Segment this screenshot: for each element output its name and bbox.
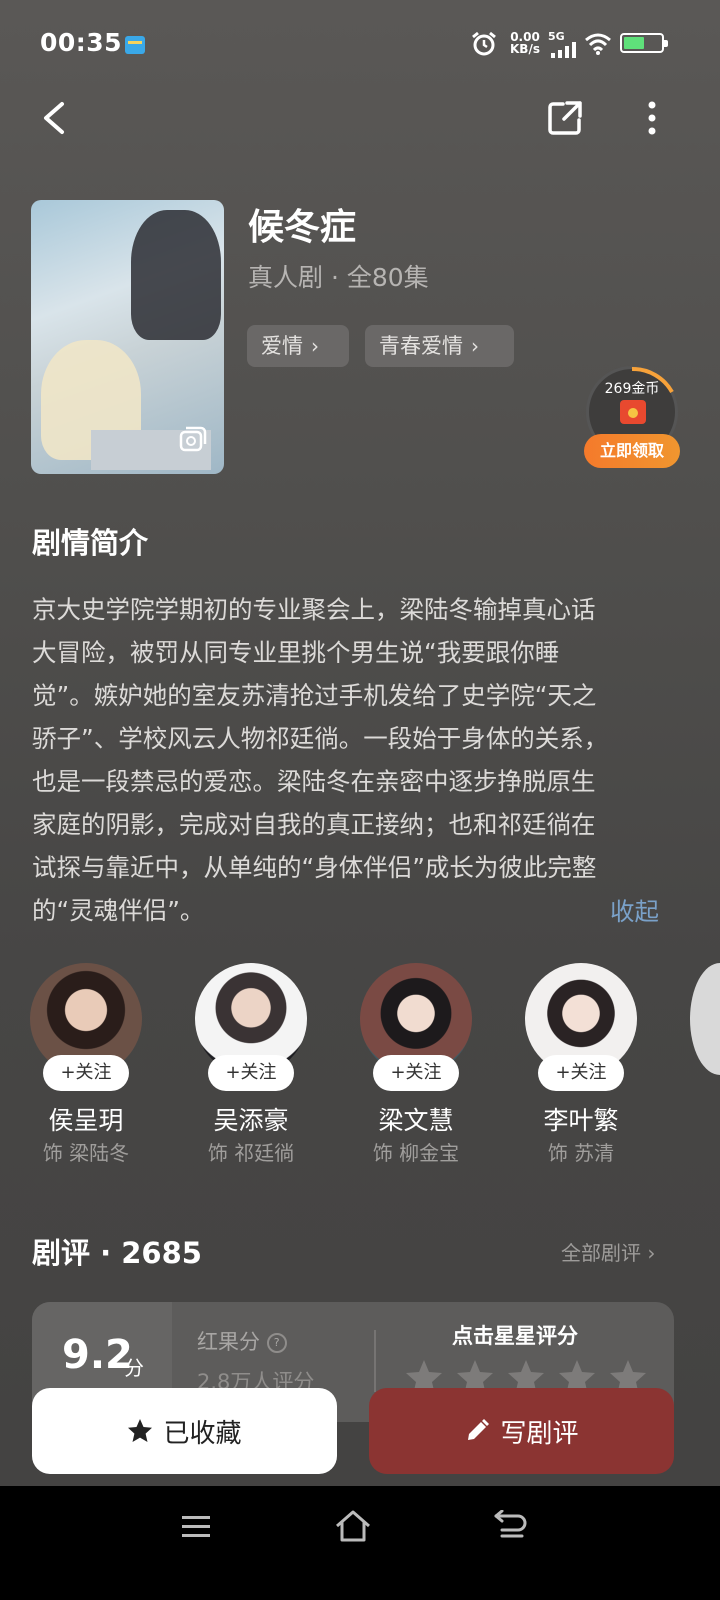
alarm-icon bbox=[472, 31, 496, 56]
score-unit: 分 bbox=[124, 1356, 144, 1380]
chevron-right-icon: › bbox=[471, 334, 479, 358]
write-review-label: 写剧评 bbox=[500, 1418, 579, 1449]
synopsis-line: 京大史学院学期初的专业聚会上，梁陆冬输掉真心话 bbox=[32, 595, 596, 624]
info-icon: ? bbox=[266, 1333, 287, 1353]
cast-member-partial[interactable] bbox=[690, 963, 720, 1075]
battery-icon bbox=[620, 33, 668, 53]
cast-name: 李叶繁 bbox=[543, 1106, 619, 1135]
divider bbox=[374, 1330, 376, 1392]
status-bar: 00:35 0.00 KB/s 5G bbox=[0, 0, 720, 90]
synopsis-line: 的“灵魂伴侣”。 bbox=[32, 896, 205, 925]
net-speed-unit: KB/s bbox=[510, 42, 540, 56]
cast-role: 饰 苏清 bbox=[547, 1141, 615, 1165]
pencil-icon bbox=[468, 1419, 490, 1440]
cast-member[interactable]: +关注 吴添豪 饰 祁廷徜 bbox=[176, 963, 326, 1183]
coin-reward-widget[interactable]: 269金币 立即领取 bbox=[584, 366, 680, 472]
tag-label: 青春爱情 bbox=[379, 334, 463, 358]
reviews-heading: 剧评 · 2685 bbox=[32, 1236, 202, 1270]
chevron-right-icon: › bbox=[311, 334, 319, 358]
cast-member[interactable]: +关注 侯呈玥 饰 梁陆冬 bbox=[11, 963, 161, 1183]
cast-member[interactable]: +关注 李叶繁 饰 苏清 bbox=[506, 963, 656, 1183]
all-reviews-link[interactable]: 全部剧评 › bbox=[561, 1237, 655, 1266]
collapse-link[interactable]: 收起 bbox=[610, 890, 659, 933]
coin-amount: 269金币 bbox=[604, 381, 660, 397]
follow-button[interactable]: +关注 bbox=[538, 1055, 624, 1091]
cast-name: 梁文慧 bbox=[378, 1106, 454, 1135]
red-envelope-icon bbox=[620, 400, 646, 424]
gallery-icon[interactable] bbox=[177, 426, 207, 454]
follow-button[interactable]: +关注 bbox=[208, 1055, 294, 1091]
drama-subtitle: 真人剧 · 全80集 bbox=[248, 263, 429, 292]
write-review-button[interactable]: 写剧评 bbox=[369, 1388, 674, 1474]
share-icon[interactable] bbox=[545, 98, 585, 138]
synopsis-heading: 剧情简介 bbox=[32, 526, 149, 560]
signal-icon bbox=[551, 42, 576, 58]
synopsis-line: 家庭的阴影，完成对自我的真正接纳；也和祁廷徜在 bbox=[32, 810, 596, 839]
synopsis-line: 也是一段禁忌的爱恋。梁陆冬在亲密中逐步挣脱原生 bbox=[32, 767, 596, 796]
recents-menu-icon[interactable] bbox=[180, 1512, 212, 1542]
cast-name: 侯呈玥 bbox=[48, 1106, 124, 1135]
cast-member[interactable]: +关注 梁文慧 饰 柳金宝 bbox=[341, 963, 491, 1183]
synopsis-line: 试探与靠近中，从单纯的“身体伴侣”成长为彼此完整 bbox=[32, 853, 597, 882]
drama-poster[interactable] bbox=[31, 200, 224, 474]
synopsis-line: 大冒险，被罚从同专业里挑个男生说“我要跟你睡 bbox=[32, 638, 560, 667]
synopsis-line: 觉”。嫉妒她的室友苏清抢过手机发给了史学院“天之 bbox=[32, 681, 597, 710]
follow-button[interactable]: +关注 bbox=[373, 1055, 459, 1091]
cast-name: 吴添豪 bbox=[213, 1106, 289, 1135]
cast-role: 饰 柳金宝 bbox=[372, 1141, 460, 1165]
claim-button[interactable]: 立即领取 bbox=[584, 434, 680, 468]
rating-source-label: 红果分 bbox=[197, 1330, 260, 1354]
tag-romance[interactable]: 爱情 › bbox=[247, 325, 349, 367]
wifi-icon bbox=[585, 33, 611, 55]
follow-button[interactable]: +关注 bbox=[43, 1055, 129, 1091]
nav-back-icon[interactable] bbox=[492, 1510, 528, 1544]
home-icon[interactable] bbox=[334, 1508, 372, 1544]
all-reviews-label: 全部剧评 bbox=[561, 1241, 641, 1265]
back-arrow-icon[interactable] bbox=[38, 100, 72, 136]
cast-role: 饰 祁廷徜 bbox=[207, 1141, 295, 1165]
tag-label: 爱情 bbox=[261, 334, 303, 358]
status-time: 00:35 bbox=[40, 28, 123, 57]
star-icon bbox=[128, 1419, 153, 1442]
wallet-notification-icon bbox=[125, 36, 145, 54]
rating-source[interactable]: 红果分 ? bbox=[197, 1326, 287, 1356]
synopsis-line: 骄子”、学校风云人物祁廷徜。一段始于身体的关系， bbox=[32, 724, 609, 753]
score-value: 9.2 bbox=[62, 1332, 133, 1378]
drama-title: 候冬症 bbox=[248, 207, 357, 248]
tap-to-rate-label: 点击星星评分 bbox=[452, 1324, 578, 1348]
favorite-label: 已收藏 bbox=[163, 1418, 242, 1449]
favorite-button[interactable]: 已收藏 bbox=[32, 1388, 337, 1474]
synopsis-text: 京大史学院学期初的专业聚会上，梁陆冬输掉真心话 大冒险，被罚从同专业里挑个男生说… bbox=[32, 588, 672, 932]
net-speed: 0.00 KB/s bbox=[510, 31, 540, 55]
tag-youth-romance[interactable]: 青春爱情 › bbox=[365, 325, 514, 367]
more-options-icon[interactable] bbox=[640, 98, 664, 138]
chevron-right-icon: › bbox=[647, 1241, 656, 1265]
cast-role: 饰 梁陆冬 bbox=[42, 1141, 130, 1165]
